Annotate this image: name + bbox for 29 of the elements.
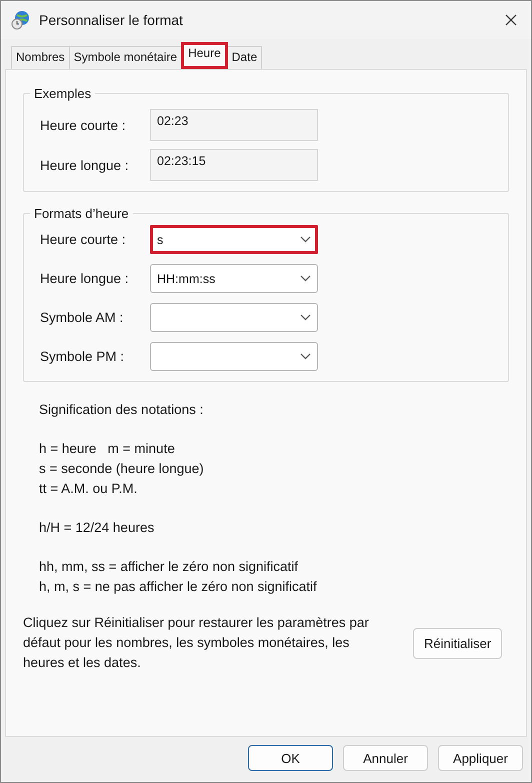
field-label: Heure courte : [40, 232, 127, 247]
dialog-button[interactable]: Annuler [343, 745, 428, 771]
window-title: Personnaliser le format [39, 12, 184, 28]
group-title: Formats d’heure [33, 206, 130, 221]
example-field: 02:23 [150, 109, 318, 141]
notation-line: h, m, s = ne pas afficher le zéro non significatif [39, 578, 318, 596]
notation-line: tt = A.M. ou P.M. [39, 480, 138, 498]
field-label: Symbole AM : [40, 310, 124, 325]
group-title: Exemples [33, 86, 92, 101]
globe-clock-icon [11, 10, 31, 30]
notation-line: s = seconde (heure longue) [39, 460, 205, 478]
notation-title: Signification des notations : [39, 401, 204, 419]
notation-line: hh, mm, ss = afficher le zéro non significatif [39, 558, 299, 576]
notation-line: h = heure m = minute [39, 440, 176, 458]
reset-button[interactable]: Réinitialiser [413, 628, 502, 658]
dialog-button[interactable]: Appliquer [438, 745, 523, 771]
dialog-button[interactable]: OK [248, 745, 333, 771]
field-label: Heure longue : [40, 158, 130, 172]
field-label: Heure courte : [40, 118, 127, 132]
notation-line: h/H = 12/24 heures [39, 519, 156, 537]
tab[interactable]: Heure [181, 42, 228, 69]
field-label: Heure longue : [40, 271, 130, 286]
tab[interactable]: Nombres [11, 46, 70, 69]
format-dropdown[interactable]: HH:mm:ss [150, 264, 318, 293]
tab[interactable]: Date [226, 46, 262, 69]
reset-description: Cliquez sur Réinitialiser pour restaurer les paramètres par défaut pour les nombres, les symboles monétaires, les heures et les dates. [23, 614, 370, 672]
field-label: Symbole PM : [40, 349, 126, 364]
example-field: 02:23:15 [150, 149, 318, 181]
format-dropdown[interactable]: s [150, 225, 318, 254]
